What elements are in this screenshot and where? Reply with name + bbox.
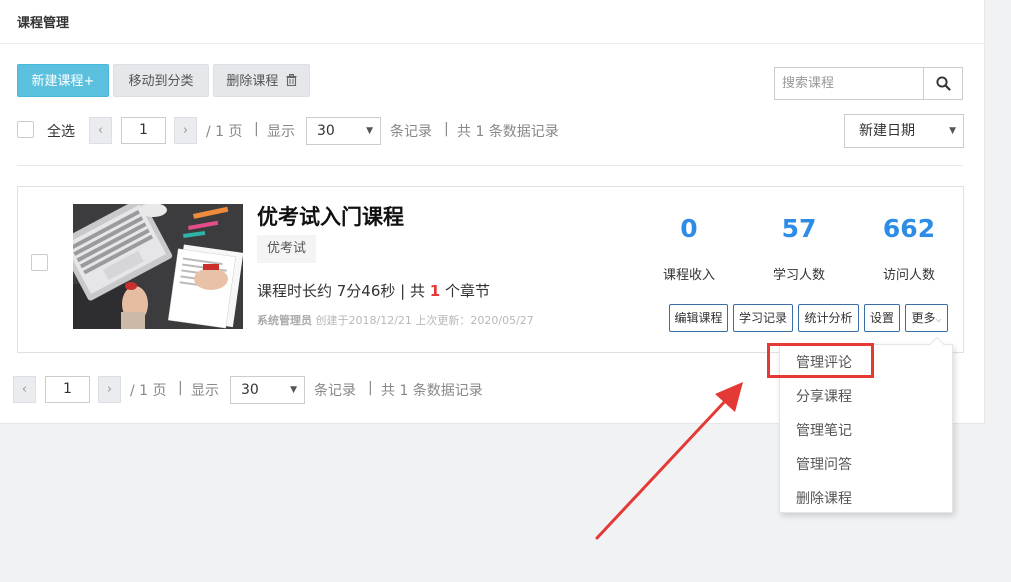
stat-visitors-label: 访问人数 (882, 268, 935, 283)
course-card: 优考试入门课程 优考试 课程时长约 7分46秒 | 共 1 个章节 系统管理员 … (17, 186, 964, 353)
new-course-button[interactable]: 新建课程+ (17, 64, 109, 97)
created-date: 创建于2018/12/21 (315, 314, 412, 327)
total-records: 共 1 条数据记录 (381, 383, 483, 399)
records-label: 条记录 (390, 124, 432, 140)
stat-learners-value: 57 (781, 214, 817, 243)
course-checkbox[interactable] (31, 254, 48, 271)
next-page-button[interactable]: › (174, 117, 197, 144)
page-size-value: 30 (241, 382, 259, 398)
stat-learners-label: 学习人数 (772, 268, 825, 283)
chapter-suffix: 个章节 (445, 282, 491, 300)
page-size-select[interactable]: 30 ▼ (306, 117, 381, 145)
sort-select[interactable]: 新建日期 ▼ (844, 114, 964, 148)
course-tag: 优考试 (257, 235, 317, 263)
course-cover-image (73, 204, 243, 329)
search-icon (936, 76, 951, 91)
search-box (774, 67, 963, 100)
page-total: / 1 页 (206, 124, 243, 140)
highlight-box (767, 343, 874, 378)
page-total: / 1 页 (130, 383, 167, 399)
divider: | (444, 121, 449, 137)
chevron-left-icon: ‹ (21, 382, 28, 397)
menu-item-manage-notes[interactable]: 管理笔记 (796, 420, 852, 440)
page-number-input[interactable]: 1 (45, 376, 90, 403)
trash-icon (286, 74, 297, 87)
duration-text: 课程时长约 7分46秒 | 共 (257, 282, 425, 300)
records-label: 条记录 (314, 383, 356, 399)
chevron-left-icon: ‹ (97, 123, 104, 138)
menu-item-manage-qa[interactable]: 管理问答 (796, 454, 852, 474)
total-records: 共 1 条数据记录 (457, 124, 559, 140)
menu-item-share-course[interactable]: 分享课程 (796, 386, 852, 406)
settings-button[interactable]: 设置 (864, 304, 900, 332)
select-all-label: 全选 (47, 124, 75, 140)
course-duration: 课程时长约 7分46秒 | 共 1 个章节 (257, 280, 490, 301)
course-title[interactable]: 优考试入门课程 (257, 201, 404, 231)
course-meta: 系统管理员 创建于2018/12/21 上次更新：2020/05/27 (257, 312, 534, 328)
stat-income-label: 课程收入 (662, 268, 715, 283)
delete-course-label: 删除课程 (226, 74, 279, 89)
divider: | (178, 380, 183, 396)
divider: | (254, 121, 259, 137)
prev-page-button[interactable]: ‹ (13, 376, 36, 403)
more-button[interactable]: 更多⌵ (905, 304, 948, 332)
next-page-button[interactable]: › (98, 376, 121, 403)
author: 系统管理员 (257, 314, 312, 327)
chevron-down-icon: ⌵ (935, 315, 942, 324)
chapter-count: 1 (429, 282, 441, 300)
sort-value: 新建日期 (859, 123, 915, 139)
show-label: 显示 (191, 383, 219, 399)
chevron-right-icon: › (106, 382, 113, 397)
edit-course-button[interactable]: 编辑课程 (669, 304, 728, 332)
search-input[interactable] (775, 68, 923, 99)
select-all-checkbox[interactable] (17, 121, 34, 138)
caret-down-icon: ▼ (366, 126, 373, 136)
move-to-category-button[interactable]: 移动到分类 (113, 64, 209, 97)
caret-down-icon: ▼ (949, 126, 956, 136)
menu-item-delete-course[interactable]: 删除课程 (796, 488, 852, 508)
stat-income-value: 0 (680, 214, 698, 243)
stat-visitors-value: 662 (882, 214, 936, 243)
course-thumbnail[interactable] (73, 204, 243, 329)
page-number-input[interactable]: 1 (121, 117, 166, 144)
statistics-button[interactable]: 统计分析 (798, 304, 859, 332)
page-size-value: 30 (317, 123, 335, 139)
title-divider (0, 43, 985, 44)
more-label: 更多 (911, 311, 936, 325)
page-size-select[interactable]: 30 ▼ (230, 376, 305, 404)
chevron-right-icon: › (182, 123, 189, 138)
caret-down-icon: ▼ (290, 385, 297, 395)
learning-records-button[interactable]: 学习记录 (733, 304, 793, 332)
updated-date: 上次更新：2020/05/27 (415, 314, 534, 327)
divider: | (368, 380, 373, 396)
search-button[interactable] (923, 68, 962, 99)
prev-page-button[interactable]: ‹ (89, 117, 112, 144)
divider (17, 165, 963, 166)
delete-course-button[interactable]: 删除课程 (213, 64, 310, 97)
page-title: 课程管理 (17, 16, 70, 31)
show-label: 显示 (267, 124, 295, 140)
